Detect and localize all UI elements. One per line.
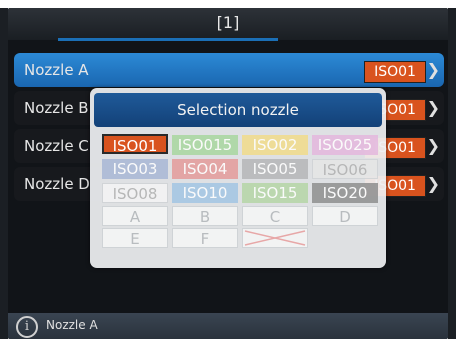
- nozzle-option-f[interactable]: F: [172, 228, 238, 248]
- selection-nozzle-dialog: Selection nozzle ISO01 ISO015 ISO02 ISO025 I…: [90, 88, 386, 268]
- nozzle-option-iso05[interactable]: ISO05: [242, 159, 308, 179]
- chevron-right-icon: ❯: [426, 136, 440, 155]
- left-edge: [0, 8, 8, 339]
- nozzle-label: Nozzle C: [24, 137, 89, 155]
- nozzle-option-iso10[interactable]: ISO10: [172, 183, 238, 203]
- nozzle-option-iso20[interactable]: ISO20: [312, 183, 378, 203]
- nozzle-label: Nozzle B: [24, 99, 89, 117]
- nozzle-label: Nozzle A: [24, 61, 89, 79]
- status-bar: i Nozzle A: [8, 313, 448, 339]
- title-underline: [58, 38, 278, 41]
- info-icon[interactable]: i: [16, 316, 38, 338]
- nozzle-label: Nozzle D: [24, 175, 90, 193]
- chevron-right-icon: ❯: [426, 98, 440, 117]
- dialog-header: Selection nozzle: [94, 93, 382, 127]
- nozzle-option-d[interactable]: D: [312, 206, 378, 226]
- nozzle-option-iso06[interactable]: ISO06: [312, 159, 378, 179]
- clear-option-x-icon[interactable]: [242, 228, 308, 248]
- nozzle-option-iso03[interactable]: ISO03: [102, 159, 168, 179]
- nozzle-option-iso01[interactable]: ISO01: [102, 134, 168, 155]
- status-text: Nozzle A: [46, 318, 98, 332]
- title-bar: [1]: [8, 8, 448, 41]
- chevron-right-icon: ❯: [426, 60, 440, 79]
- page-title: [1]: [216, 13, 240, 32]
- nozzle-option-iso04[interactable]: ISO04: [172, 159, 238, 179]
- nozzle-option-iso02[interactable]: ISO02: [242, 135, 308, 155]
- nozzle-value-badge: ISO01: [364, 61, 426, 83]
- device-screen: [1] Nozzle A ISO01 ❯ Nozzle B ISO01 ❯ No…: [8, 8, 448, 339]
- dialog-title: Selection nozzle: [177, 101, 299, 119]
- nozzle-row-a[interactable]: Nozzle A ISO01 ❯: [14, 53, 444, 87]
- nozzle-option-iso015[interactable]: ISO015: [172, 135, 238, 155]
- nozzle-option-b[interactable]: B: [172, 206, 238, 226]
- right-edge: [448, 8, 456, 339]
- nozzle-option-c[interactable]: C: [242, 206, 308, 226]
- chevron-right-icon: ❯: [426, 174, 440, 193]
- nozzle-option-iso08[interactable]: ISO08: [102, 183, 168, 203]
- nozzle-option-e[interactable]: E: [102, 228, 168, 248]
- nozzle-option-iso025[interactable]: ISO025: [312, 135, 378, 155]
- nozzle-option-iso15[interactable]: ISO15: [242, 183, 308, 203]
- nozzle-option-a[interactable]: A: [102, 206, 168, 226]
